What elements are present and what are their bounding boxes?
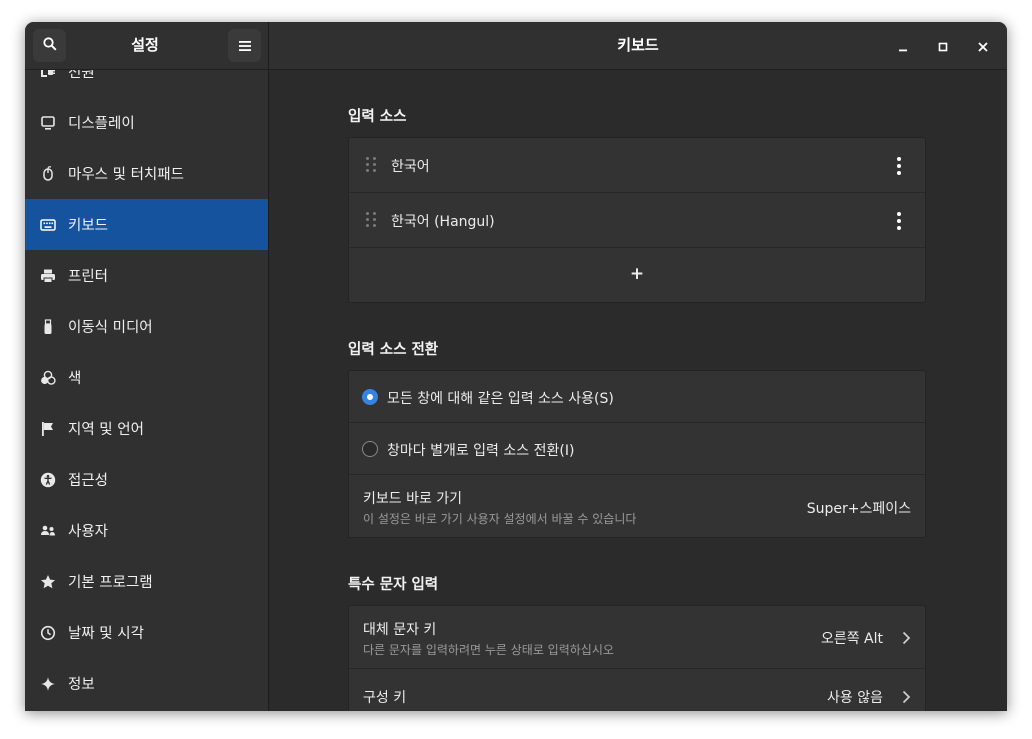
radio-same-source[interactable] (362, 389, 378, 405)
sidebar-item-label: 기본 프로그램 (68, 575, 153, 591)
sidebar-item-label: 전원 (68, 70, 95, 81)
radio-label: 창마다 별개로 입력 소스 전환(I) (387, 443, 575, 459)
sidebar-item-label: 키보드 (68, 218, 109, 234)
printer-icon (40, 268, 56, 284)
special-char-list: 대체 문자 키 다른 문자를 입력하려면 누른 상태로 입력하십시오 오른쪽 A… (348, 605, 926, 711)
keyboard-shortcut-row[interactable]: 키보드 바로 가기 이 설정은 바로 가기 사용자 설정에서 바꿀 수 있습니다… (349, 475, 925, 537)
accessibility-icon (40, 472, 56, 488)
star-icon (40, 574, 56, 590)
input-sources-list: 한국어 한국어 (Hangul) + (348, 137, 926, 303)
sidebar-item-display[interactable]: 디스플레이 (25, 97, 268, 148)
shortcut-subtitle: 이 설정은 바로 가기 사용자 설정에서 바꿀 수 있습니다 (363, 512, 637, 526)
sidebar-item-region-language[interactable]: 지역 및 언어 (25, 403, 268, 454)
sidebar-item-power[interactable]: 전원 (25, 70, 268, 97)
sidebar-header: 설정 (25, 22, 268, 70)
alt-key-title: 대체 문자 키 (363, 622, 437, 638)
settings-window: 설정 전원 디스플레이 마우스 및 터치패드 키보드 프린터 이동식 미디어 색… (25, 22, 1007, 711)
sidebar-item-date-time[interactable]: 날짜 및 시각 (25, 607, 268, 658)
radio-label: 모든 창에 대해 같은 입력 소스 사용(S) (387, 391, 614, 407)
sidebar-item-label: 정보 (68, 677, 95, 693)
sidebar-item-label: 프린터 (68, 269, 109, 285)
more-options-icon[interactable] (897, 212, 901, 233)
close-icon (978, 37, 988, 56)
sidebar-item-keyboard[interactable]: 키보드 (25, 199, 268, 250)
sidebar: 설정 전원 디스플레이 마우스 및 터치패드 키보드 프린터 이동식 미디어 색… (25, 22, 269, 711)
radio-row-separate-source[interactable]: 창마다 별개로 입력 소스 전환(I) (349, 423, 925, 475)
radio-row-same-source[interactable]: 모든 창에 대해 같은 입력 소스 사용(S) (349, 371, 925, 423)
chevron-right-icon (899, 689, 913, 704)
close-button[interactable] (971, 34, 995, 58)
power-plug-icon (40, 70, 56, 80)
alt-key-value: 오른쪽 Alt (820, 631, 883, 647)
keyboard-icon (40, 217, 56, 233)
search-icon (42, 36, 57, 55)
sidebar-item-default-apps[interactable]: 기본 프로그램 (25, 556, 268, 607)
input-source-label: 한국어 (Hangul) (391, 214, 495, 230)
mouse-icon (40, 165, 56, 182)
main-header: 키보드 (269, 22, 1007, 70)
sidebar-item-printer[interactable]: 프린터 (25, 250, 268, 301)
compose-key-value: 사용 않음 (827, 690, 883, 706)
sidebar-item-label: 접근성 (68, 473, 109, 489)
main-panel: 키보드 입력 소스 한국어 한국어 (Hangul) + 입력 소스 전환 모든… (269, 22, 1007, 711)
sidebar-item-label: 마우스 및 터치패드 (68, 167, 184, 183)
users-icon (40, 523, 56, 539)
input-source-row[interactable]: 한국어 (Hangul) (349, 193, 925, 248)
drag-handle-icon[interactable] (366, 157, 376, 172)
input-source-label: 한국어 (391, 159, 430, 175)
shortcut-title: 키보드 바로 가기 (363, 491, 463, 507)
sidebar-item-label: 디스플레이 (68, 116, 135, 132)
sidebar-item-mouse[interactable]: 마우스 및 터치패드 (25, 148, 268, 199)
alternate-characters-key-row[interactable]: 대체 문자 키 다른 문자를 입력하려면 누른 상태로 입력하십시오 오른쪽 A… (349, 606, 925, 669)
usb-drive-icon (40, 318, 56, 335)
sidebar-list: 전원 디스플레이 마우스 및 터치패드 키보드 프린터 이동식 미디어 색 지역… (25, 70, 268, 711)
maximize-button[interactable] (931, 34, 955, 58)
add-icon: + (629, 264, 645, 284)
sidebar-item-about[interactable]: 정보 (25, 658, 268, 709)
minimize-button[interactable] (891, 34, 915, 58)
sidebar-item-accessibility[interactable]: 접근성 (25, 454, 268, 505)
input-source-row[interactable]: 한국어 (349, 138, 925, 193)
more-options-icon[interactable] (897, 157, 901, 178)
sidebar-item-label: 색 (68, 371, 82, 387)
compose-key-title: 구성 키 (363, 690, 407, 706)
drag-handle-icon[interactable] (366, 212, 376, 227)
sidebar-item-removable-media[interactable]: 이동식 미디어 (25, 301, 268, 352)
shortcut-value: Super+스페이스 (806, 501, 911, 517)
sidebar-title: 설정 (131, 36, 159, 54)
section-title-switching: 입력 소스 전환 (348, 342, 439, 358)
section-title-input-sources: 입력 소스 (348, 109, 407, 125)
sidebar-item-label: 이동식 미디어 (68, 320, 153, 336)
radio-separate-source[interactable] (362, 441, 378, 457)
display-icon (40, 115, 56, 131)
sidebar-item-label: 지역 및 언어 (68, 422, 144, 438)
switching-list: 모든 창에 대해 같은 입력 소스 사용(S) 창마다 별개로 입력 소스 전환… (348, 370, 926, 538)
sidebar-item-label: 사용자 (68, 524, 109, 540)
sidebar-item-color[interactable]: 색 (25, 352, 268, 403)
alt-key-subtitle: 다른 문자를 입력하려면 누른 상태로 입력하십시오 (363, 643, 614, 657)
maximize-icon (938, 37, 948, 56)
sidebar-item-users[interactable]: 사용자 (25, 505, 268, 556)
chevron-right-icon (899, 630, 913, 645)
menu-button[interactable] (228, 29, 261, 62)
compose-key-row[interactable]: 구성 키 사용 않음 (349, 669, 925, 711)
sidebar-item-label: 날짜 및 시각 (68, 626, 144, 642)
search-button[interactable] (33, 29, 66, 62)
sparkle-icon (40, 676, 56, 692)
add-input-source-button[interactable]: + (349, 248, 925, 302)
clock-icon (40, 625, 56, 641)
color-circles-icon (40, 370, 56, 386)
flag-icon (40, 421, 56, 437)
minimize-icon (898, 37, 908, 56)
hamburger-menu-icon (238, 36, 251, 55)
section-title-special: 특수 문자 입력 (348, 577, 439, 593)
